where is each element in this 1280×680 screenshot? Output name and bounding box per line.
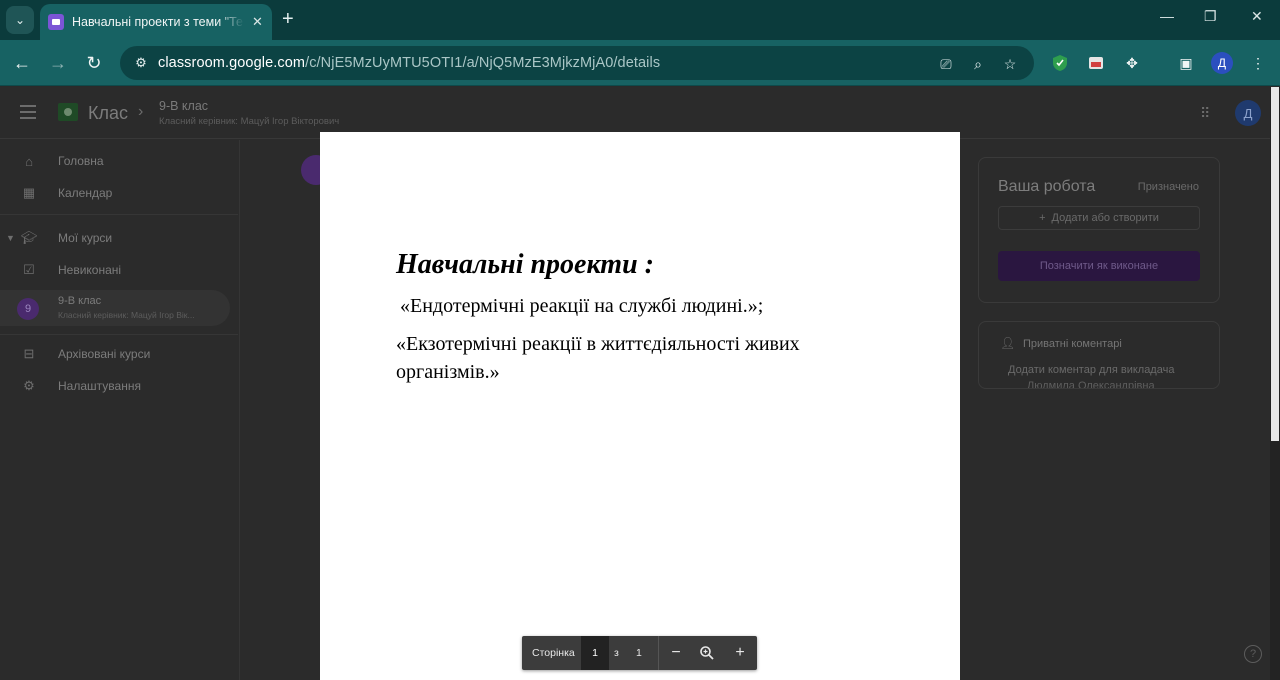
app-name[interactable]: Клас	[88, 103, 128, 124]
page-of-label: з	[614, 647, 619, 659]
add-or-create-label: Додати або створити	[1051, 212, 1159, 224]
archive-icon: ⊟	[23, 346, 35, 361]
class-teacher: Класний керівник: Мацуй Ігор Вік...	[58, 310, 195, 320]
sidebar-item-class[interactable]: 9 9-В клас Класний керівник: Мацуй Ігор …	[0, 290, 230, 326]
sidebar: ⌂ Головна ▦ Календар ▼ 🎓︎ Мої курси ☑ Не…	[0, 140, 240, 680]
main-menu-icon[interactable]	[20, 105, 36, 119]
help-icon[interactable]: ?	[1244, 645, 1262, 663]
page-label: Сторінка	[532, 647, 575, 659]
reload-icon[interactable]: ↻	[82, 51, 106, 75]
your-work-card: Ваша робота Призначено + Додати або створ…	[978, 157, 1220, 303]
site-info-icon[interactable]: ⚙	[132, 54, 150, 72]
divider	[658, 636, 659, 670]
account-avatar[interactable]: Д	[1235, 100, 1261, 126]
back-icon[interactable]: ←	[10, 51, 34, 75]
private-comments-title: Приватні коментарі	[1023, 338, 1122, 350]
chevron-right-icon: ›	[138, 103, 144, 120]
sidebar-item-label: Головна	[58, 154, 104, 168]
checklist-icon: ☑	[23, 262, 35, 277]
puzzle-extensions-icon[interactable]: ✥	[1121, 52, 1143, 74]
page-total: 1	[636, 647, 642, 659]
document-page: Навчальні проекти : «Ендотермічні реакці…	[320, 132, 960, 680]
sidebar-item-home[interactable]: ⌂ Головна	[0, 147, 238, 175]
calendar-icon: ▦	[22, 185, 36, 200]
document-line-2: «Екзотермічні реакції в життєдіяльності …	[396, 333, 800, 383]
private-comments-card: 👤︎ Приватні коментарі Додати коментар дл…	[978, 321, 1220, 389]
forward-icon[interactable]: →	[46, 51, 70, 75]
add-comment-link[interactable]: Додати коментар для викладача	[1008, 364, 1174, 376]
sidebar-item-calendar[interactable]: ▦ Календар	[0, 179, 238, 207]
tab-search-icon[interactable]: ⌄	[6, 6, 34, 34]
divider	[0, 334, 238, 335]
sidebar-item-label: Налаштування	[58, 379, 141, 393]
class-title[interactable]: 9-В клас	[159, 99, 208, 113]
teacher-name: Людмила Олександрівна	[1027, 380, 1155, 389]
sidebar-item-archived[interactable]: ⊟ Архівовані курси	[0, 340, 238, 368]
status-badge: Призначено	[1137, 181, 1199, 193]
document-heading: Навчальні проекти :	[396, 249, 654, 280]
tab-close-icon[interactable]: ✕	[252, 14, 263, 30]
url-path: /c/NjE5MzUyMTU5OTI1/a/NjQ5MzE3MjkzMjA0/d…	[305, 55, 661, 71]
class-avatar: 9	[17, 298, 39, 320]
bookmark-star-icon[interactable]: ☆	[1000, 54, 1020, 74]
scrollbar-thumb[interactable]	[1271, 87, 1279, 441]
document-line-1: «Ендотермічні реакції на службі людині.»…	[400, 295, 764, 317]
sidebar-item-label: Календар	[58, 186, 113, 200]
url-host: classroom.google.com	[158, 55, 306, 71]
url-text[interactable]: classroom.google.com/c/NjE5MzUyMTU5OTI1/…	[158, 55, 660, 71]
gear-icon: ⚙	[23, 378, 35, 393]
minimize-icon[interactable]: —	[1160, 8, 1174, 24]
profile-avatar[interactable]: Д	[1211, 52, 1233, 74]
class-subtitle: Класний керівник: Мацуй Ігор Вікторович	[159, 116, 340, 127]
sidebar-item-label: Невиконані	[58, 263, 122, 277]
home-icon: ⌂	[25, 153, 33, 169]
plus-icon: +	[1039, 212, 1046, 224]
sidebar-item-settings[interactable]: ⚙ Налаштування	[0, 372, 238, 400]
install-app-icon[interactable]: ⎚	[936, 54, 956, 74]
tab-title: Навчальні проекти з теми "Тепловий ефект…	[72, 15, 244, 29]
page-number-input[interactable]: 1	[581, 636, 609, 670]
zoom-in-icon[interactable]: +	[728, 641, 752, 665]
mark-as-done-button[interactable]: Позначити як виконане	[998, 251, 1200, 281]
sidebar-item-label: Мої курси	[58, 231, 113, 245]
apps-grid-icon[interactable]: ⠿	[1200, 105, 1216, 121]
tab-strip: ⌄ Навчальні проекти з теми "Тепловий ефе…	[0, 0, 1280, 40]
class-name: 9-В клас	[58, 295, 102, 307]
zoom-icon[interactable]: ⌕	[968, 54, 988, 74]
zoom-fit-icon[interactable]	[695, 641, 719, 665]
tab-active[interactable]: Навчальні проекти з теми "Тепловий ефект…	[40, 4, 272, 40]
add-or-create-button[interactable]: + Додати або створити	[998, 206, 1200, 230]
restore-icon[interactable]: ❐	[1204, 8, 1217, 25]
graduation-cap-icon: 🎓︎	[20, 230, 38, 245]
menu-dots-icon[interactable]: ⋮	[1247, 52, 1269, 74]
classroom-logo-icon	[58, 103, 78, 121]
shield-extension-icon[interactable]	[1049, 52, 1071, 74]
sidebar-item-my-courses[interactable]: ▼ 🎓︎ Мої курси	[0, 224, 238, 252]
sidebar-item-todo[interactable]: ☑ Невиконані	[0, 256, 238, 284]
classroom-favicon-icon	[48, 14, 64, 30]
divider	[0, 214, 238, 215]
page-zoom-toolbar: Сторінка 1 з 1 − +	[522, 636, 757, 670]
your-work-title: Ваша робота	[998, 178, 1096, 195]
side-panel-icon[interactable]: ▣	[1175, 52, 1197, 74]
new-tab-button[interactable]: +	[282, 8, 294, 30]
window-close-icon[interactable]: ✕	[1251, 8, 1263, 25]
zoom-out-icon[interactable]: −	[664, 641, 688, 665]
browser-toolbar: ← → ↻ ⚙ classroom.google.com/c/NjE5MzUyM…	[0, 40, 1280, 86]
person-icon: 👤︎	[1000, 336, 1016, 350]
extension-icon-2[interactable]	[1085, 52, 1107, 74]
address-bar[interactable]: ⚙ classroom.google.com/c/NjE5MzUyMTU5OTI…	[120, 46, 1034, 80]
sidebar-item-label: Архівовані курси	[58, 347, 151, 361]
caret-down-icon[interactable]: ▼	[6, 233, 15, 243]
